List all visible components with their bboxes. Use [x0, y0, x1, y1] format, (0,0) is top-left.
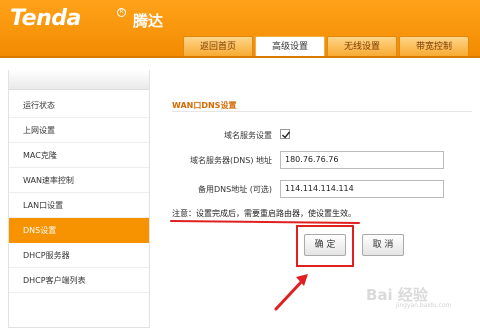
sidebar-item-mac-clone[interactable]: MAC克隆 [9, 143, 149, 168]
ok-button[interactable]: 确 定 [304, 234, 346, 256]
note-text: 注意：设置完成后，需要重启路由器，使设置生效。 [172, 209, 356, 218]
tab-wireless[interactable]: 无线设置 [327, 36, 397, 58]
dns-service-checkbox[interactable] [280, 129, 291, 139]
tenda-logo: Tenda [10, 6, 81, 31]
cancel-button[interactable]: 取 消 [362, 234, 404, 256]
header-bar: Tenda R 腾达 返回首页 高级设置 无线设置 带宽控制 [0, 0, 480, 58]
logo-chinese: 腾达 [133, 12, 164, 30]
sidebar-item-lan[interactable]: LAN口设置 [9, 193, 149, 218]
section-title: WAN口DNS设置 [172, 101, 237, 110]
watermark-url: jingyan.baidu.com [396, 302, 452, 309]
checkmark-icon [282, 131, 291, 139]
primary-dns-input[interactable]: 180.76.76.76 [280, 151, 444, 169]
tab-advanced[interactable]: 高级设置 [255, 36, 325, 58]
main-content: WAN口DNS设置 域名服务设置 域名服务器(DNS) 地址 180.76.76… [152, 70, 480, 328]
sidebar-item-dhcp-clients[interactable]: DHCP客户端列表 [9, 268, 149, 293]
tab-home[interactable]: 返回首页 [183, 36, 253, 58]
sidebar-header [9, 70, 149, 90]
registered-mark: R [117, 8, 126, 17]
sidebar-item-internet[interactable]: 上网设置 [9, 118, 149, 143]
sidebar-menu: 运行状态 上网设置 MAC克隆 WAN速率控制 LAN口设置 DNS设置 DHC… [8, 70, 150, 328]
sidebar-item-status[interactable]: 运行状态 [9, 93, 149, 118]
section-divider [172, 111, 472, 112]
primary-dns-label: 域名服务器(DNS) 地址 [189, 156, 272, 165]
annotation-underline [169, 220, 361, 224]
secondary-dns-label: 备用DNS地址 (可选) [197, 185, 272, 194]
sidebar-item-dhcp-server[interactable]: DHCP服务器 [9, 243, 149, 268]
dns-service-label: 域名服务设置 [224, 131, 272, 140]
header-divider [0, 56, 480, 58]
tab-bandwidth[interactable]: 带宽控制 [399, 36, 469, 58]
sidebar-item-dns[interactable]: DNS设置 [9, 218, 149, 243]
secondary-dns-input[interactable]: 114.114.114.114 [280, 180, 444, 198]
annotation-arrow-icon [274, 274, 308, 311]
sidebar-item-wan-speed[interactable]: WAN速率控制 [9, 168, 149, 193]
